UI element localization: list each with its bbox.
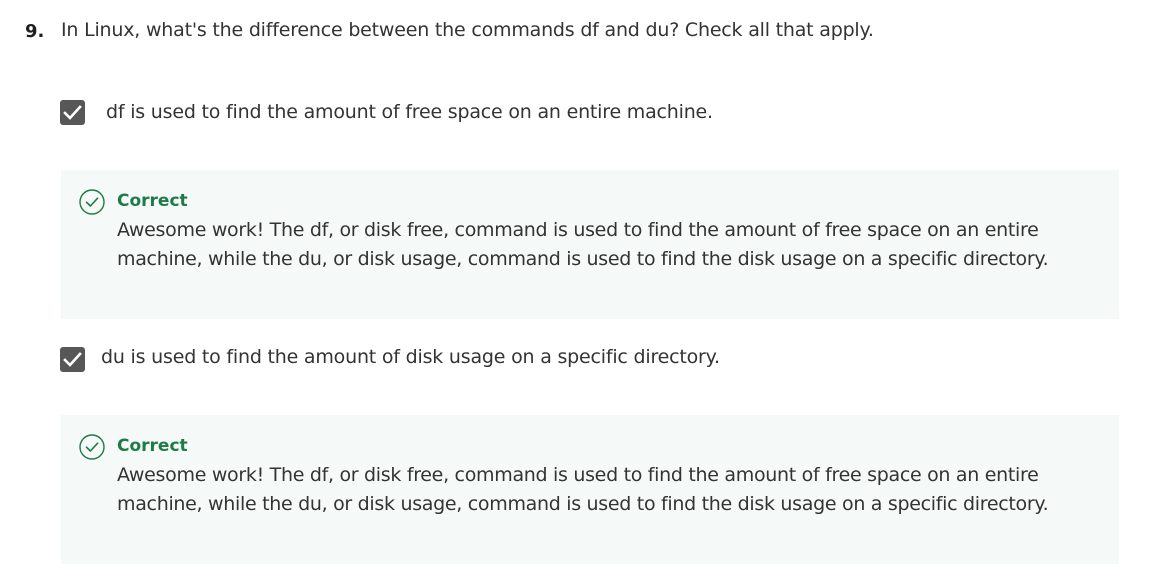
- checkmark-icon: [63, 352, 82, 367]
- feedback-text: Awesome work! The df, or disk free, comm…: [117, 464, 1049, 515]
- check-circle-icon: [79, 434, 105, 460]
- feedback-status: Correct: [117, 436, 188, 456]
- feedback-status: Correct: [117, 191, 188, 211]
- answer-option-label: du is used to find the amount of disk us…: [101, 346, 720, 368]
- question-number: 9.: [25, 21, 45, 42]
- answer-checkbox[interactable]: [60, 100, 85, 125]
- feedback-panel: Correct Awesome work! The df, or disk fr…: [61, 170, 1119, 319]
- question-header: 9. In Linux, what's the difference betwe…: [25, 17, 1125, 47]
- feedback-panel: Correct Awesome work! The df, or disk fr…: [61, 415, 1119, 564]
- check-circle-icon: [79, 189, 105, 215]
- feedback-text: Awesome work! The df, or disk free, comm…: [117, 219, 1049, 270]
- question-text: In Linux, what's the difference between …: [61, 19, 874, 41]
- answer-option-label: df is used to find the amount of free sp…: [106, 101, 713, 123]
- checkmark-icon: [63, 105, 82, 120]
- answer-checkbox[interactable]: [60, 347, 85, 372]
- answer-option[interactable]: df is used to find the amount of free sp…: [60, 99, 1120, 129]
- answer-option[interactable]: du is used to find the amount of disk us…: [60, 344, 1120, 374]
